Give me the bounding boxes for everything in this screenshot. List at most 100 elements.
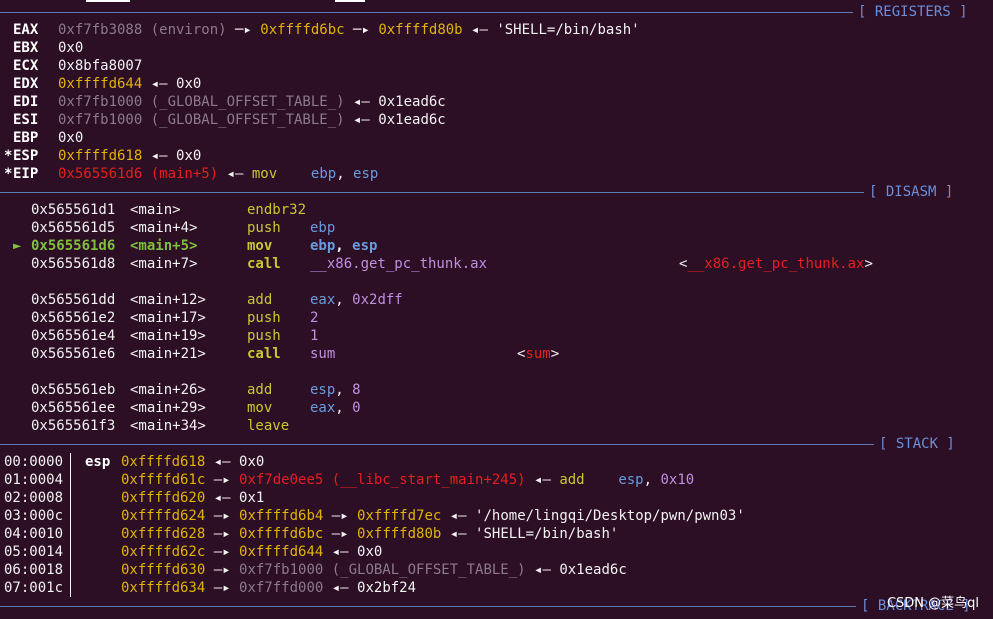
stack-value-part: —▸ — [323, 526, 358, 542]
instruction-mnemonic: call — [247, 256, 281, 272]
stack-value-part: 0x1ead6c — [559, 562, 627, 578]
stack-value-part: 0xf7ffd000 — [239, 580, 324, 596]
disasm-header: [ DISASM ] — [0, 183, 993, 201]
instruction-symbol: <main+34> — [130, 418, 206, 434]
instruction-address: 0x565561d6 — [31, 238, 116, 254]
stack-value-part: 0x0 — [239, 454, 265, 470]
stack-value-part: 0xffffd644 — [239, 544, 324, 560]
instruction-symbol: <main+17> — [130, 310, 206, 326]
backtrace-header-rule — [0, 606, 856, 607]
register-value-part: ◂— — [142, 148, 177, 164]
register-row-esi: ESI 0xf7fb1000 (_GLOBAL_OFFSET_TABLE_) ◂—… — [0, 111, 993, 129]
stack-value-part: , — [643, 472, 661, 488]
instruction-operands: sum — [310, 345, 335, 363]
registers-header-rule — [0, 12, 853, 13]
stack-value-part: ◂— — [205, 454, 240, 470]
register-value-part: esp — [353, 166, 379, 182]
register-value-part: 0xf7fb1000 (_GLOBAL_OFFSET_TABLE_) — [58, 94, 345, 110]
register-row-esp: * ESP 0xffffd618 ◂— 0x0 — [0, 147, 993, 165]
register-value-part: ebp — [310, 166, 337, 182]
stack-row: 01:0004 0xffffd61c —▸ 0xf7de0ee5 (__libc_… — [0, 471, 993, 489]
backtrace-header: [ BACKTRACE ] — [0, 597, 993, 615]
instruction-symbol: <main+19> — [130, 328, 206, 344]
register-value-part: ◂— — [344, 94, 379, 110]
disasm-instruction: 0x565561e4 <main+19> push 1 — [0, 327, 993, 345]
call-target-name: __x86.get_pc_thunk.ax — [687, 256, 865, 272]
instruction-mnemonic: leave — [247, 418, 290, 434]
instruction-operands: __x86.get_pc_thunk.ax — [310, 255, 487, 273]
register-value: 0xffffd644 ◂— 0x0 — [58, 75, 201, 93]
disasm-instruction: 0x565561f3 <main+34> leave — [0, 417, 993, 435]
instruction-mnemonic: add — [247, 382, 273, 398]
stack-value-part: ◂— — [323, 544, 358, 560]
instruction-operands: ebp — [310, 219, 335, 237]
instruction-address: 0x565561d8 — [31, 256, 116, 272]
stack-value: 0xffffd628 —▸ 0xffffd6bc —▸ 0xffffd80b ◂… — [121, 525, 618, 543]
stack-value: 0xffffd630 —▸ 0xf7fb1000 (_GLOBAL_OFFSET… — [121, 561, 627, 579]
register-value-part: ─▸ — [226, 22, 261, 38]
instruction-mnemonic: call — [247, 346, 281, 362]
prev-output-fragment — [335, 0, 365, 2]
instruction-operands: 1 — [310, 327, 318, 345]
stack-value-part: ◂— — [525, 472, 560, 488]
stack-value: 0xffffd61c —▸ 0xf7de0ee5 (__libc_start_m… — [121, 471, 694, 489]
instruction-address: 0x565561eb — [31, 382, 116, 398]
instruction-symbol: <main+4> — [130, 220, 198, 236]
instruction-operand: , — [335, 238, 353, 254]
register-value-part: 0x1ead6c — [378, 94, 446, 110]
stack-offset: 07:001c — [4, 580, 64, 596]
register-name: EIP — [13, 166, 39, 182]
disasm-instruction: 0x565561dd <main+12> add eax, 0x2dff — [0, 291, 993, 309]
stack-value-part: 0xffffd620 — [121, 490, 206, 506]
register-name: ECX — [13, 58, 39, 74]
register-name: EDX — [13, 76, 39, 92]
instruction-symbol: <main+12> — [130, 292, 206, 308]
register-changed-marker — [4, 75, 12, 93]
disasm-instruction: 0x565561d1 <main> endbr32 — [0, 201, 993, 219]
stack-value-part: —▸ — [205, 544, 240, 560]
angle-close: > — [864, 256, 873, 272]
stack-value-part: 0xffffd6bc — [239, 526, 324, 542]
instruction-operand: ebp — [310, 238, 336, 254]
instruction-address: 0x565561ee — [31, 400, 116, 416]
stack-value-part: 0x10 — [660, 472, 695, 488]
disasm-instruction: 0x565561ee <main+29> mov eax, 0 — [0, 399, 993, 417]
instruction-address: 0x565561f3 — [31, 418, 116, 434]
instruction-operand: , — [335, 292, 353, 308]
instruction-address: 0x565561e2 — [31, 310, 116, 326]
stack-value-part: 0xffffd62c — [121, 544, 206, 560]
instruction-operands: 2 — [310, 309, 318, 327]
stack-value-part: 0x0 — [357, 544, 383, 560]
register-row-eax: EAX 0xf7fb3088 (environ) ─▸ 0xffffd6bc ─▸… — [0, 21, 993, 39]
stack-row: 06:0018 0xffffd630 —▸ 0xf7fb1000 (_GLOBAL… — [0, 561, 993, 579]
stack-register-label: esp — [85, 454, 111, 470]
stack-value-part: 0xffffd624 — [121, 508, 206, 524]
register-name: EDI — [13, 94, 39, 110]
register-row-eip: * EIP 0x565561d6 (main+5) ◂— mov ebp, esp — [0, 165, 993, 183]
disasm-header-rule — [0, 192, 864, 193]
register-name: EBP — [13, 130, 39, 146]
instruction-operand: , — [335, 400, 353, 416]
register-value-part: 0x0 — [176, 148, 202, 164]
register-value-part: 0x0 — [176, 76, 202, 92]
instruction-operands: esp, 8 — [310, 381, 361, 399]
stack-value-part: ◂— — [525, 562, 560, 578]
stack-value-part: 0xffffd634 — [121, 580, 206, 596]
register-name: ESP — [13, 148, 39, 164]
call-target-annotation: <sum> — [517, 345, 559, 363]
register-value-part: 0xffffd644 — [58, 76, 143, 92]
prev-output-fragment — [86, 0, 130, 2]
instruction-mnemonic: push — [247, 328, 281, 344]
register-row-ebp: EBP 0x0 — [0, 129, 993, 147]
watermark: CSDN @菜鸟ql — [886, 596, 979, 611]
register-value-part: 0xffffd80b — [378, 22, 463, 38]
stack-value-part: 0x1 — [239, 490, 265, 506]
instruction-symbol: <main+29> — [130, 400, 206, 416]
register-value-part — [277, 166, 311, 182]
register-value-part: 0x1ead6c — [378, 112, 446, 128]
stack-offset: 03:000c — [4, 508, 64, 524]
register-changed-marker — [4, 111, 12, 129]
register-value: 0x8bfa8007 — [58, 57, 142, 75]
stack-row: 00:0000 esp 0xffffd618 ◂— 0x0 — [0, 453, 993, 471]
instruction-mnemonic: add — [247, 292, 273, 308]
